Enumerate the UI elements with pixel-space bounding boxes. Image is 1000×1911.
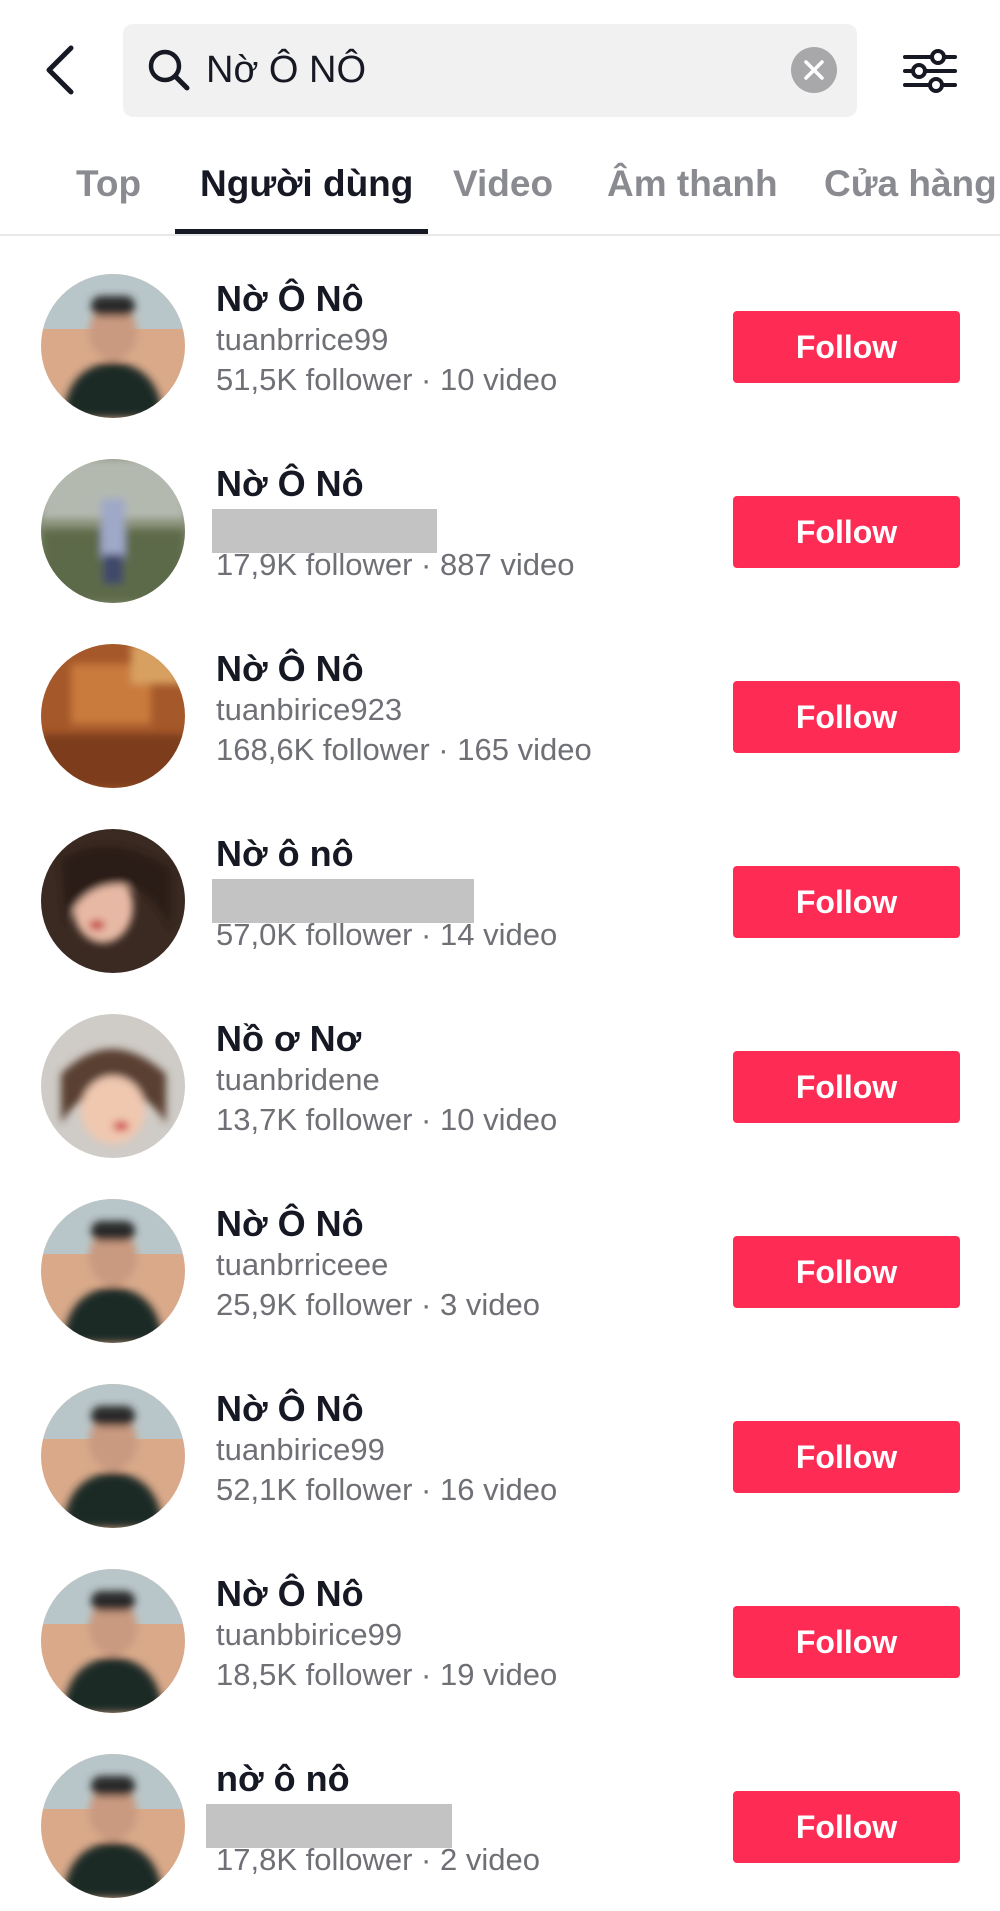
avatar[interactable] [41, 274, 185, 418]
filter-sliders-icon [903, 49, 957, 93]
active-tab-indicator [175, 229, 428, 234]
top-bar: Nờ Ô NÔ [0, 0, 1000, 130]
user-row[interactable]: Nờ Ô Nô tuanbbirice99 18,5K follower · 1… [0, 1547, 1000, 1732]
user-handle: tuanbrriceee [216, 1247, 389, 1282]
filter-button[interactable] [900, 44, 960, 98]
avatar[interactable] [41, 1384, 185, 1528]
user-stats: 18,5K follower · 19 video [216, 1657, 558, 1692]
user-stats: 13,7K follower · 10 video [216, 1102, 558, 1137]
user-handle: tuanbridene [216, 1062, 380, 1097]
user-display-name: Nờ ô nô [216, 833, 354, 874]
follow-button[interactable]: Follow [733, 1791, 960, 1863]
search-input[interactable]: Nờ Ô NÔ [206, 46, 366, 94]
follow-button[interactable]: Follow [733, 866, 960, 938]
avatar[interactable] [41, 459, 185, 603]
tab-video[interactable]: Video [453, 160, 553, 208]
search-icon [148, 49, 190, 91]
user-row[interactable]: Nờ Ô Nô tuanbrrice99 51,5K follower · 10… [0, 252, 1000, 437]
user-stats: 57,0K follower · 14 video [216, 917, 558, 952]
avatar[interactable] [41, 1569, 185, 1713]
tab-sounds[interactable]: Âm thanh [607, 160, 778, 208]
clear-icon [804, 60, 824, 80]
user-row[interactable]: Nờ ô nô 57,0K follower · 14 video Follow [0, 807, 1000, 992]
clear-search-button[interactable] [791, 47, 837, 93]
avatar[interactable] [41, 1014, 185, 1158]
user-display-name: Nờ Ô Nô [216, 1573, 364, 1614]
avatar[interactable] [41, 1199, 185, 1343]
user-handle: tuanbirice923 [216, 692, 403, 727]
avatar[interactable] [41, 1754, 185, 1898]
follow-button[interactable]: Follow [733, 1051, 960, 1123]
user-stats: 168,6K follower · 165 video [216, 732, 592, 767]
user-display-name: Nờ Ô Nô [216, 278, 364, 319]
user-handle: tuanbbirice99 [216, 1617, 403, 1652]
user-row[interactable]: Nồ ơ Nơ tuanbridene 13,7K follower · 10 … [0, 992, 1000, 1177]
follow-button[interactable]: Follow [733, 311, 960, 383]
user-stats: 52,1K follower · 16 video [216, 1472, 558, 1507]
avatar[interactable] [41, 644, 185, 788]
user-stats: 25,9K follower · 3 video [216, 1287, 540, 1322]
user-display-name: Nờ Ô Nô [216, 1203, 364, 1244]
follow-button[interactable]: Follow [733, 1606, 960, 1678]
avatar[interactable] [41, 829, 185, 973]
tab-users[interactable]: Người dùng [200, 160, 413, 208]
follow-button[interactable]: Follow [733, 496, 960, 568]
user-stats: 17,9K follower · 887 video [216, 547, 575, 582]
user-handle: tuanbirice99 [216, 1432, 385, 1467]
search-tabs: Top Người dùng Video Âm thanh Cửa hàng [0, 140, 1000, 236]
follow-button[interactable]: Follow [733, 1236, 960, 1308]
user-row[interactable]: Nờ Ô Nô tuanbrriceee 25,9K follower · 3 … [0, 1177, 1000, 1362]
user-row[interactable]: Nờ Ô Nô tuanbirice923 168,6K follower · … [0, 622, 1000, 807]
follow-button[interactable]: Follow [733, 681, 960, 753]
user-row[interactable]: nờ ô nô 17,8K follower · 2 video Follow [0, 1732, 1000, 1911]
user-row[interactable]: Nờ Ô Nô 17,9K follower · 887 video Follo… [0, 437, 1000, 622]
user-display-name: Nờ Ô Nô [216, 463, 364, 504]
user-display-name: nờ ô nô [216, 1758, 350, 1799]
user-stats: 51,5K follower · 10 video [216, 362, 558, 397]
user-stats: 17,8K follower · 2 video [216, 1842, 540, 1877]
user-display-name: Nờ Ô Nô [216, 648, 364, 689]
user-handle: tuanbrrice99 [216, 322, 389, 357]
tab-top[interactable]: Top [76, 160, 141, 208]
chevron-left-icon [46, 45, 74, 95]
user-display-name: Nờ Ô Nô [216, 1388, 364, 1429]
back-button[interactable] [38, 40, 82, 100]
tab-shop[interactable]: Cửa hàng [824, 160, 997, 208]
user-display-name: Nồ ơ Nơ [216, 1018, 362, 1059]
search-bar[interactable]: Nờ Ô NÔ [123, 24, 857, 117]
follow-button[interactable]: Follow [733, 1421, 960, 1493]
user-row[interactable]: Nờ Ô Nô tuanbirice99 52,1K follower · 16… [0, 1362, 1000, 1547]
